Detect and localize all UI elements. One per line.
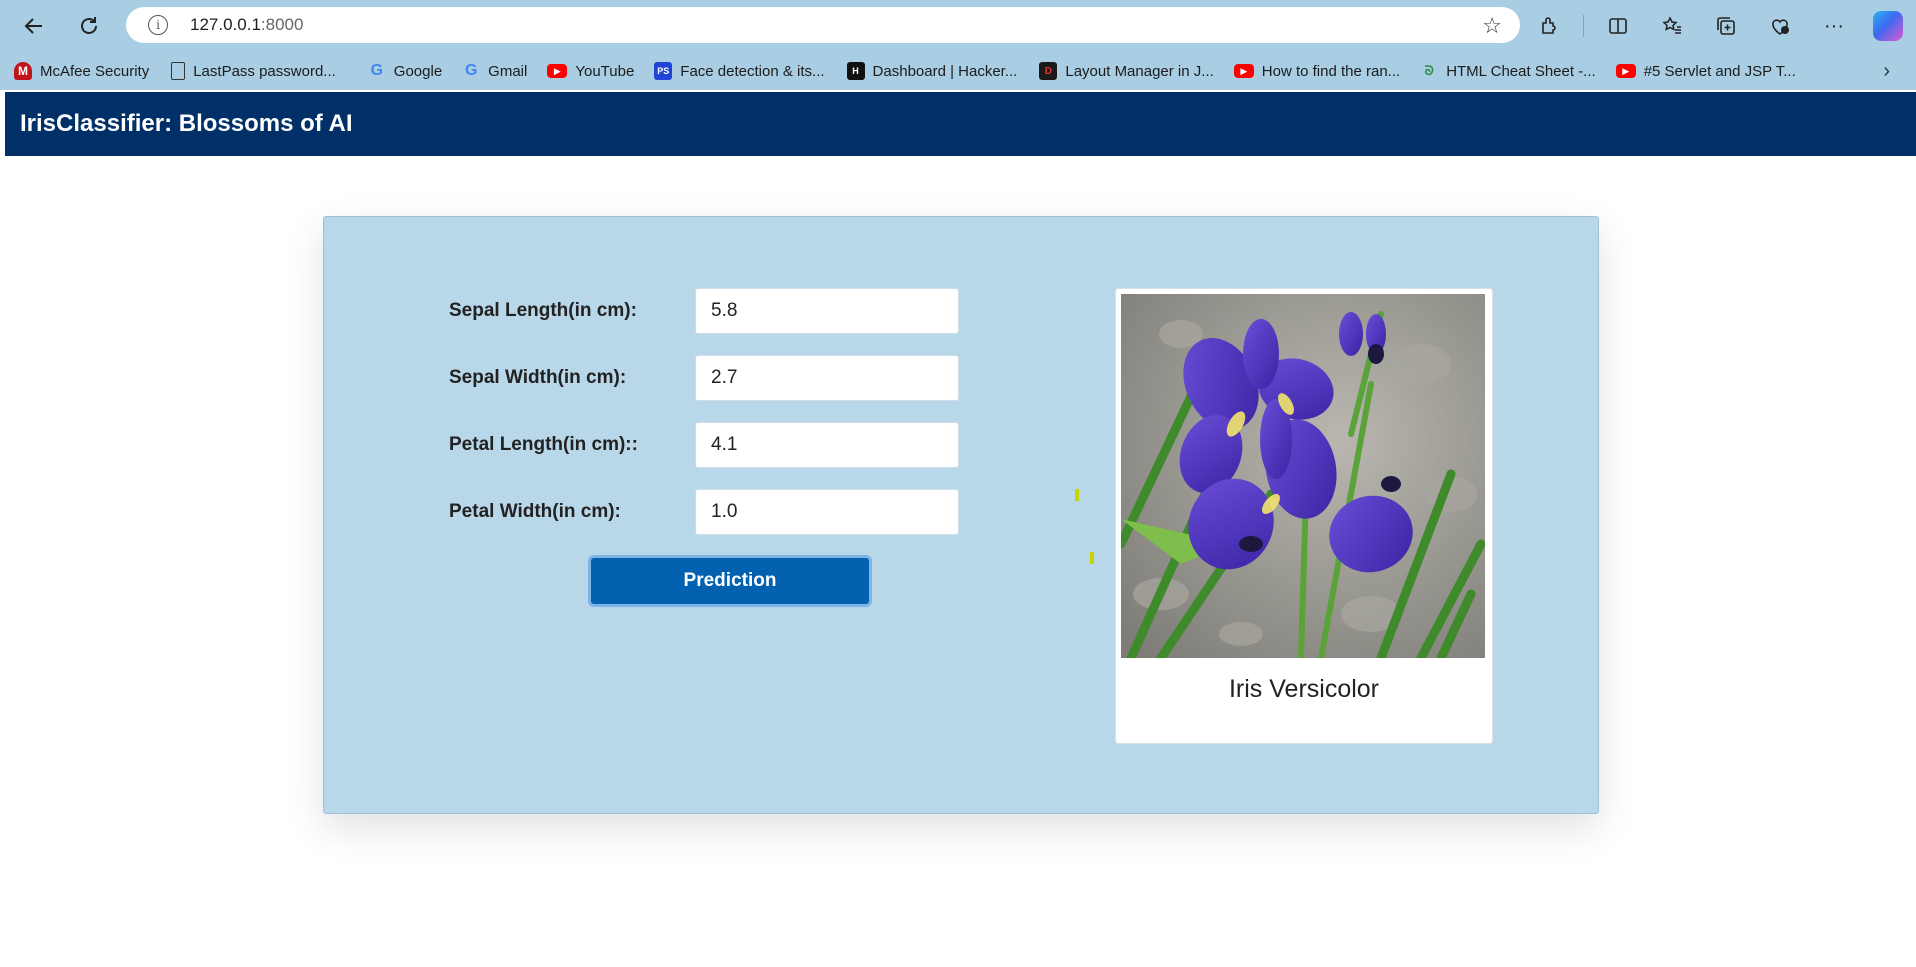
bookmark-label: LastPass password...: [193, 62, 336, 80]
prediction-button[interactable]: Prediction: [588, 555, 872, 607]
prediction-result-card: Iris Versicolor: [1115, 288, 1493, 744]
bookmark-mcafee[interactable]: M McAfee Security: [14, 62, 149, 80]
back-arrow-icon: [24, 18, 42, 34]
bookmark-gmail[interactable]: G Gmail: [462, 62, 527, 80]
bookmark-face-detection[interactable]: PS Face detection & its...: [654, 62, 825, 80]
bookmark-lastpass[interactable]: LastPass password...: [171, 62, 336, 80]
browser-essentials-icon[interactable]: [1760, 6, 1800, 46]
document-icon: [171, 62, 186, 80]
bookmark-google[interactable]: G Google: [368, 62, 443, 80]
favorite-star-icon[interactable]: ☆: [1482, 13, 1502, 39]
bookmark-html-cheat-sheet[interactable]: ᘐ HTML Cheat Sheet -...: [1420, 62, 1596, 80]
bookmark-label: McAfee Security: [40, 62, 150, 80]
bookmark-label: Dashboard | Hacker...: [872, 62, 1018, 80]
petal-length-input[interactable]: [695, 422, 959, 468]
youtube-icon: ▶: [547, 64, 568, 78]
decorative-mark: [1075, 489, 1079, 501]
google-icon: G: [370, 62, 384, 79]
sepal-length-input[interactable]: [695, 288, 959, 334]
form-row-sepal-width: Sepal Width(in cm):: [449, 355, 969, 401]
ps-icon: PS: [654, 62, 673, 80]
bookmark-youtube[interactable]: ▶ YouTube: [547, 63, 634, 80]
copilot-icon: [1873, 11, 1903, 41]
extensions-icon[interactable]: [1529, 6, 1569, 46]
chevron-right-icon[interactable]: ›: [1883, 60, 1890, 83]
favorites-icon[interactable]: [1652, 6, 1692, 46]
bookmark-label: How to find the ran...: [1261, 62, 1401, 80]
bookmark-label: Layout Manager in J...: [1065, 62, 1214, 80]
reload-button[interactable]: [69, 6, 109, 46]
bookmark-layout-manager[interactable]: D Layout Manager in J...: [1039, 62, 1214, 80]
browser-toolbar: i 127.0.0.1:8000 ☆ ···: [0, 0, 1916, 52]
petal-width-input[interactable]: [695, 489, 959, 535]
back-button[interactable]: [14, 6, 54, 46]
toolbar-actions: ···: [1529, 6, 1908, 46]
bookmark-label: Google: [393, 62, 443, 80]
sepal-length-label: Sepal Length(in cm):: [449, 300, 637, 321]
bookmark-how-to-find[interactable]: ▶ How to find the ran...: [1233, 62, 1401, 80]
more-options-icon[interactable]: ···: [1814, 6, 1854, 46]
d-icon: D: [1039, 62, 1058, 80]
page-title: IrisClassifier: Blossoms of AI: [20, 110, 353, 137]
youtube-icon: ▶: [1233, 64, 1254, 78]
mcafee-icon: M: [14, 62, 32, 80]
collections-icon[interactable]: [1706, 6, 1746, 46]
bookmark-hackerrank[interactable]: H Dashboard | Hacker...: [846, 62, 1018, 80]
form-row-petal-width: Petal Width(in cm):: [449, 489, 969, 535]
decorative-mark: [1090, 552, 1094, 564]
sepal-width-label: Sepal Width(in cm):: [449, 367, 627, 388]
bookmark-label: HTML Cheat Sheet -...: [1446, 62, 1596, 80]
copilot-button[interactable]: [1868, 6, 1908, 46]
youtube-icon: ▶: [1615, 64, 1636, 78]
app-header: IrisClassifier: Blossoms of AI: [5, 92, 1916, 156]
iris-flower-image: [1121, 294, 1485, 658]
site-info-icon[interactable]: i: [148, 15, 168, 35]
bookmark-label: #5 Servlet and JSP T...: [1643, 62, 1796, 80]
predicted-species: Iris Versicolor: [1228, 675, 1380, 703]
sepal-width-input[interactable]: [695, 355, 959, 401]
web-page: IrisClassifier: Blossoms of AI Sepal Len…: [5, 92, 1916, 967]
bookmark-label: YouTube: [575, 62, 635, 80]
classifier-card: Sepal Length(in cm): Sepal Width(in cm):…: [323, 216, 1599, 814]
url-text[interactable]: 127.0.0.1:8000: [190, 15, 303, 35]
google-icon: G: [464, 62, 478, 79]
form-row-sepal-length: Sepal Length(in cm):: [449, 288, 969, 334]
bookmarks-bar: M McAfee Security LastPass password... GG…: [0, 52, 1916, 90]
gfg-icon: ᘐ: [1424, 63, 1434, 78]
bookmark-label: Face detection & its...: [680, 62, 825, 80]
address-bar[interactable]: i 127.0.0.1:8000 ☆: [126, 7, 1520, 43]
bookmark-servlet-jsp[interactable]: ▶ #5 Servlet and JSP T...: [1615, 62, 1796, 80]
petal-length-label: Petal Length(in cm)::: [449, 434, 638, 455]
bookmark-label: Gmail: [488, 62, 528, 80]
form-row-petal-length: Petal Length(in cm)::: [449, 422, 969, 468]
reload-icon: [81, 17, 97, 34]
url-host: 127.0.0.1: [190, 15, 261, 34]
toolbar-divider: [1583, 15, 1584, 37]
hackerrank-icon: H: [846, 62, 865, 80]
petal-width-label: Petal Width(in cm):: [449, 501, 621, 522]
url-port: :8000: [260, 15, 304, 34]
split-screen-icon[interactable]: [1598, 6, 1638, 46]
